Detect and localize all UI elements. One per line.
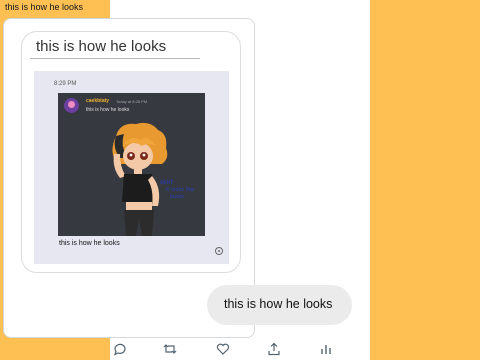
- character-drawing: skirt it looks like boots: [112, 122, 194, 236]
- svg-text:it looks like: it looks like: [166, 187, 194, 193]
- discord-message-text: this is how he looks: [86, 107, 130, 113]
- svg-text:boots: boots: [170, 194, 184, 200]
- inner-timestamp: 8:29 PM: [54, 81, 77, 87]
- seen-icon: [215, 247, 223, 255]
- like-icon[interactable]: [216, 342, 230, 356]
- share-icon[interactable]: [267, 342, 281, 356]
- quoted-underline: [30, 58, 200, 59]
- quoted-message-text: this is how he looks: [36, 38, 167, 55]
- avatar: [64, 98, 79, 113]
- screenshot-caption: this is how he looks: [59, 240, 120, 247]
- discord-timestamp: Today at 8:28 PM: [116, 99, 148, 104]
- retweet-icon[interactable]: [163, 342, 177, 356]
- analytics-icon[interactable]: [319, 342, 333, 356]
- reply-text: this is how he looks: [224, 297, 333, 311]
- tweet-text: this is how he looks: [5, 2, 84, 12]
- reply-icon[interactable]: [113, 342, 127, 356]
- discord-username: caekbtaty: [86, 98, 110, 104]
- svg-text:skirt: skirt: [160, 179, 174, 186]
